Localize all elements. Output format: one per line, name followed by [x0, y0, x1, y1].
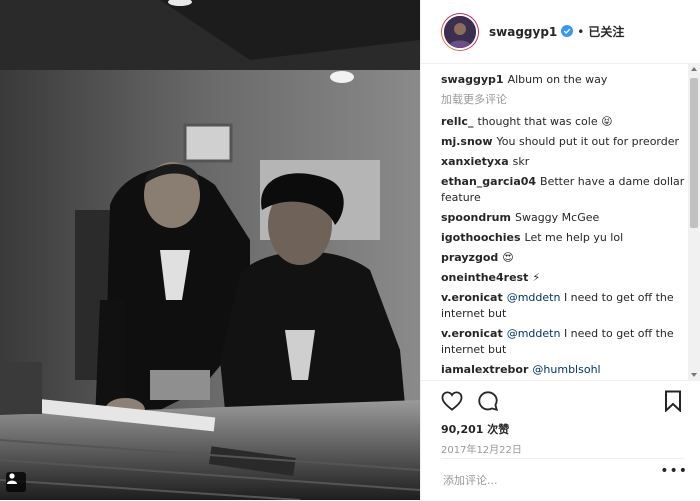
likes-number: 90,201: [441, 423, 484, 436]
comment-text: Swaggy McGee: [514, 211, 600, 224]
comment-username[interactable]: iamalextrebor: [441, 363, 528, 376]
caption: swaggyp1 Album on the way: [441, 72, 688, 88]
caption-username[interactable]: swaggyp1: [441, 73, 504, 86]
comment-text: ⚡: [532, 271, 541, 284]
author-avatar[interactable]: [441, 12, 479, 51]
comment-item: rellc_ thought that was cole 😝: [441, 114, 688, 130]
likes-label: 次赞: [487, 423, 510, 436]
person-tag-icon[interactable]: [6, 472, 26, 492]
comment-item: xanxietyxa skr: [441, 154, 688, 170]
comments-scrollbar[interactable]: [688, 64, 700, 380]
comment-username[interactable]: oneinthe4rest: [441, 271, 528, 284]
studio-photo-image: [0, 0, 420, 500]
comment-username[interactable]: v.eronicat: [441, 327, 503, 340]
add-comment-area: [441, 458, 684, 501]
like-count[interactable]: 90,201 次赞: [421, 421, 700, 437]
action-bar: [421, 381, 700, 421]
comment-item: igothoochies Let me help yu lol: [441, 230, 688, 246]
comment-username[interactable]: v.eronicat: [441, 291, 503, 304]
header-separator: •: [577, 24, 585, 39]
verified-badge-icon: [561, 22, 574, 41]
comment-username[interactable]: rellc_: [441, 115, 473, 128]
post-sidebar: swaggyp1 • 已关注 swaggyp1 Album on the way …: [420, 0, 700, 500]
scrollbar-thumb[interactable]: [690, 78, 698, 228]
post-header: swaggyp1 • 已关注: [421, 0, 700, 64]
comment-item: spoondrum Swaggy McGee: [441, 210, 688, 226]
post-actions-section: 90,201 次赞 2017年12月22日: [421, 380, 700, 456]
comment-item: ethan_garcia04 Better have a dame dollar …: [441, 174, 688, 206]
comment-mention-link[interactable]: @mddetn: [507, 291, 561, 304]
comment-username[interactable]: prayzgod: [441, 251, 498, 264]
comment-mention-link[interactable]: @humblsohl: [532, 363, 600, 376]
comment-username[interactable]: xanxietyxa: [441, 155, 509, 168]
comment-item: v.eronicat @mddetn I need to get off the …: [441, 326, 688, 358]
post-date: 2017年12月22日: [441, 445, 522, 456]
post-photo[interactable]: [0, 0, 420, 500]
comment-username[interactable]: ethan_garcia04: [441, 175, 536, 188]
comments-list: swaggyp1 Album on the way 加载更多评论 rellc_ th…: [421, 64, 688, 380]
comment-text: thought that was cole 😝: [477, 115, 613, 128]
comment-item: iamalextrebor @humblsohl: [441, 362, 688, 378]
instagram-post: swaggyp1 • 已关注 swaggyp1 Album on the way …: [0, 0, 700, 500]
comment-item: v.eronicat @mddetn I need to get off the …: [441, 290, 688, 322]
comment-bubble-icon[interactable]: [475, 388, 501, 414]
scroll-up-arrow-icon[interactable]: [691, 67, 697, 71]
comment-text: 😍: [502, 251, 514, 264]
bookmark-icon[interactable]: [660, 388, 686, 414]
comment-item: oneinthe4rest ⚡: [441, 270, 688, 286]
comment-mention-link[interactable]: @mddetn: [507, 327, 561, 340]
add-comment-input[interactable]: [441, 472, 684, 488]
more-options-button[interactable]: •••: [660, 463, 688, 479]
comment-username[interactable]: mj.snow: [441, 135, 493, 148]
heart-icon[interactable]: [439, 388, 465, 414]
scroll-down-arrow-icon[interactable]: [691, 373, 697, 377]
comment-item: prayzgod 😍: [441, 250, 688, 266]
comment-item: mj.snow You should put it out for preorde…: [441, 134, 688, 150]
comment-text: Let me help yu lol: [524, 231, 624, 244]
comment-username[interactable]: igothoochies: [441, 231, 521, 244]
avatar-image: [442, 13, 478, 50]
follow-state-button[interactable]: 已关注: [588, 23, 624, 40]
comment-text: You should put it out for preorder: [496, 135, 680, 148]
author-username[interactable]: swaggyp1: [489, 25, 557, 39]
comment-text: skr: [512, 155, 530, 168]
load-more-comments-link[interactable]: 加载更多评论: [441, 92, 688, 108]
caption-text: Album on the way: [507, 73, 608, 86]
comment-username[interactable]: spoondrum: [441, 211, 511, 224]
